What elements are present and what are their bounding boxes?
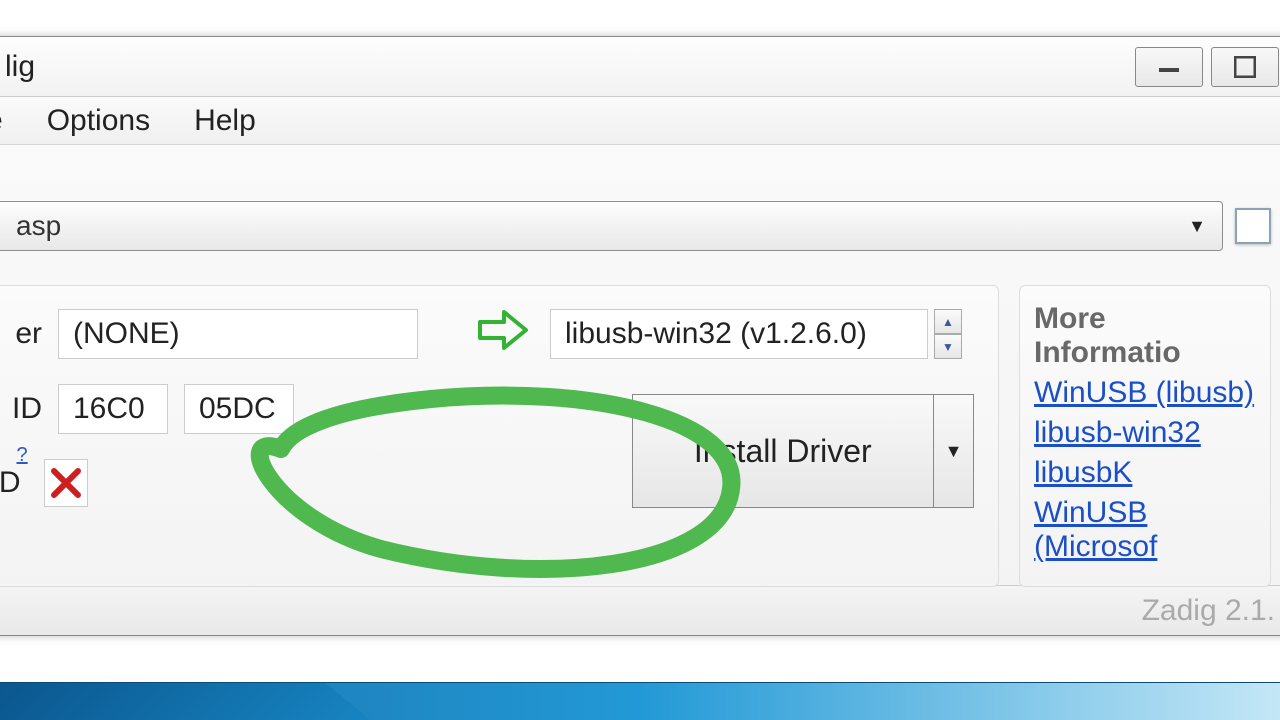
client-area: asp ▼ er (NONE) libusb-win32 (v1.2.6.0) … [0,145,1280,585]
driver-spinner-up[interactable]: ▲ [934,309,962,334]
minimize-icon [1155,60,1183,74]
window-title: lig [0,50,35,84]
info-link-winusb-libusb[interactable]: WinUSB (libusb) [1034,376,1256,410]
maximize-button[interactable] [1211,47,1279,87]
chevron-down-icon: ▼ [1188,216,1206,237]
menu-file[interactable]: e [0,104,3,138]
driver-row: er (NONE) libusb-win32 (v1.2.6.0) ▲ ▼ [0,308,974,360]
usb-vid-field: 16C0 [58,384,168,434]
wcid-row: D ? Install Driver ▼ [0,458,974,508]
app-window: lig e Options Help asp ▼ er [0,36,1280,636]
wcid-status [44,459,88,507]
install-driver-label: Install Driver [633,433,933,470]
edit-checkbox[interactable] [1235,208,1271,244]
maximize-icon [1234,56,1256,78]
device-combo[interactable]: asp ▼ [0,201,1223,251]
usb-pid-field: 05DC [184,384,294,434]
info-link-libusb-win32[interactable]: libusb-win32 [1034,416,1256,450]
driver-spinner-down[interactable]: ▼ [934,334,962,359]
info-link-libusbk[interactable]: libusbK [1034,456,1256,490]
statusbar: e found. Zadig 2.1. [0,585,1280,635]
wcid-label: D [0,466,21,500]
driver-label: er [0,317,42,351]
target-driver-group: libusb-win32 (v1.2.6.0) ▲ ▼ [550,309,962,359]
wcid-help-link[interactable]: ? [17,444,28,467]
current-driver-field: (NONE) [58,309,418,359]
target-driver-field: libusb-win32 (v1.2.6.0) [550,309,928,359]
info-header: More Informatio [1034,302,1256,370]
info-panel: More Informatio WinUSB (libusb) libusb-w… [1019,285,1271,587]
info-link-winusb-microsoft[interactable]: WinUSB (Microsof [1034,496,1256,564]
taskbar[interactable] [0,682,1280,720]
titlebar: lig [0,37,1280,97]
arrow-right-icon [474,308,530,360]
left-panel: er (NONE) libusb-win32 (v1.2.6.0) ▲ ▼ [0,285,999,587]
usbid-label: ID [0,392,42,426]
menubar: e Options Help [0,97,1280,145]
minimize-button[interactable] [1135,47,1203,87]
device-combo-text: asp [0,210,61,242]
install-driver-split[interactable]: ▼ [933,395,973,507]
version-text: Zadig 2.1. [1142,594,1275,628]
main-grid: er (NONE) libusb-win32 (v1.2.6.0) ▲ ▼ [0,285,1271,587]
menu-help[interactable]: Help [194,104,256,138]
driver-spinner: ▲ ▼ [934,309,962,359]
menu-options[interactable]: Options [47,104,150,138]
window-controls [1135,47,1279,87]
x-icon [50,467,82,499]
device-row: asp ▼ [0,201,1271,251]
install-driver-button[interactable]: Install Driver ▼ [632,394,974,508]
